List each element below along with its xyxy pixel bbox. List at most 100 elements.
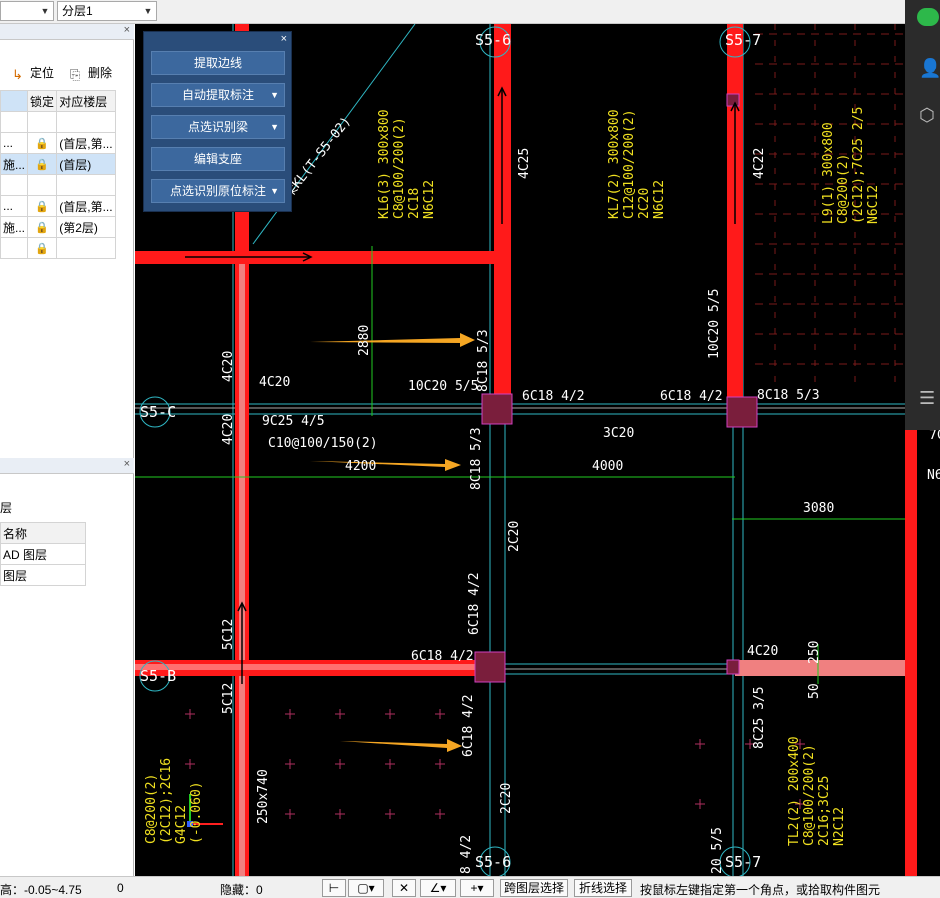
svg-text:N6C12: N6C12 xyxy=(422,180,437,219)
snap-toggle[interactable]: ▢▾ xyxy=(348,879,384,897)
locate-button[interactable]: ↳ 定位 xyxy=(12,64,54,82)
canvas-right: 7C N6 xyxy=(905,428,940,876)
svg-text:3C20: 3C20 xyxy=(603,426,634,441)
lock-icon[interactable]: 🔒 xyxy=(27,132,58,154)
cad-layer-panel-header: × xyxy=(0,458,134,474)
svg-text:8 4/2: 8 4/2 xyxy=(459,835,474,874)
table-row[interactable] xyxy=(0,111,116,133)
svg-text:5C12: 5C12 xyxy=(221,619,236,650)
svg-text:N6C12: N6C12 xyxy=(652,180,667,219)
orange-arrows xyxy=(310,333,475,752)
section-label: 层 xyxy=(0,501,13,515)
delete-label: 删除 xyxy=(88,66,113,80)
svg-text:10C20 5/5: 10C20 5/5 xyxy=(408,379,478,394)
svg-text:TL2(2) 200x400: TL2(2) 200x400 xyxy=(787,736,802,846)
svg-text:KL7(2) 300x800: KL7(2) 300x800 xyxy=(607,109,622,219)
svg-text:4000: 4000 xyxy=(592,459,623,474)
axis-label-top-left: S5-6 xyxy=(475,31,511,49)
table-row-selected[interactable]: 施... 🔒 (首层) xyxy=(0,153,116,175)
auto-extract-label-button[interactable]: 自动提取标注 ▼ xyxy=(151,83,285,107)
svg-text:C8@200(2): C8@200(2) xyxy=(836,154,851,224)
svg-text:4C20: 4C20 xyxy=(259,375,290,390)
list-item[interactable]: 图层 xyxy=(0,564,86,586)
svg-text:(2C12);2C16: (2C12);2C16 xyxy=(159,758,174,844)
svg-text:4C20: 4C20 xyxy=(221,414,236,445)
locate-icon: ↳ xyxy=(12,67,23,82)
beam-edge xyxy=(905,430,917,876)
layer-combo[interactable]: ▼ xyxy=(0,1,54,21)
svg-text:250: 250 xyxy=(807,641,822,664)
zero-readout: 0 xyxy=(117,881,124,895)
cross-layer-select-button[interactable]: 跨图层选择 xyxy=(500,879,568,897)
floor-combo[interactable]: 分层1 ▼ xyxy=(57,1,157,21)
cad-layer-table: 名称 AD 图层 图层 xyxy=(0,522,86,586)
table-row[interactable]: 🔒 xyxy=(0,237,116,259)
svg-text:6C18 4/2: 6C18 4/2 xyxy=(411,649,474,664)
axis-label-c: S5-C xyxy=(140,403,176,421)
svg-text:KL6(3) 300x800: KL6(3) 300x800 xyxy=(377,109,392,219)
lock-icon[interactable]: 🔒 xyxy=(27,237,58,259)
lock-icon[interactable]: 🔒 xyxy=(27,195,58,217)
close-icon[interactable]: × xyxy=(281,33,287,45)
svg-text:8C18 5/3: 8C18 5/3 xyxy=(757,388,820,403)
grid-toggle[interactable]: ✕ xyxy=(392,879,416,897)
cad-label-n6: N6 xyxy=(927,468,940,483)
cube-icon[interactable]: ⬡ xyxy=(919,105,935,126)
table-row[interactable]: ... 🔒 (首层,第... xyxy=(0,195,116,217)
svg-text:6C18 4/2: 6C18 4/2 xyxy=(522,389,585,404)
list-item[interactable]: AD 图层 xyxy=(0,543,86,565)
beam-specs: KL6(3) 300x800 C8@100/200(2) 2C18 N6C12 … xyxy=(144,107,881,846)
top-toolbar: ▼ 分层1 ▼ xyxy=(0,0,940,24)
polyline-select-button[interactable]: 折线选择 xyxy=(574,879,632,897)
layer-panel-header: × xyxy=(0,24,134,40)
table-row[interactable]: ... 🔒 (首层,第... xyxy=(0,132,116,154)
delete-icon: ⎘ xyxy=(70,67,81,82)
svg-text:C10@100/150(2): C10@100/150(2) xyxy=(268,436,378,451)
axis-label-top-right: S5-7 xyxy=(725,31,761,49)
svg-text:C8@100/200(2): C8@100/200(2) xyxy=(802,744,817,846)
left-panel: × ↳ 定位 ⎘ 删除 锁定 对应楼层 ... 🔒 (首层,第... 施... 🔒 (首… xyxy=(0,24,134,876)
ortho-toggle[interactable]: ⊢ xyxy=(322,879,346,897)
svg-text:50: 50 xyxy=(807,683,822,699)
locate-label: 定位 xyxy=(30,66,55,80)
svg-text:4C25: 4C25 xyxy=(517,148,532,179)
svg-text:2C20: 2C20 xyxy=(499,783,514,814)
axis-label-b: S5-B xyxy=(140,667,176,685)
svg-text:(-0.060): (-0.060) xyxy=(189,781,204,844)
svg-text:5C12: 5C12 xyxy=(221,683,236,714)
dynamic-input-toggle[interactable]: +▾ xyxy=(460,879,494,897)
axis-label-bottom-left: S5-6 xyxy=(475,853,511,871)
pick-identify-inplace-button[interactable]: 点选识别原位标注 ▼ xyxy=(151,179,285,203)
extract-edge-button[interactable]: 提取边线 xyxy=(151,51,285,75)
svg-text:(2C12);7C25 2/5: (2C12);7C25 2/5 xyxy=(851,107,866,224)
edit-support-button[interactable]: 编辑支座 xyxy=(151,147,285,171)
floor-combo-value: 分层1 xyxy=(62,4,93,18)
svg-text:8C18 5/3: 8C18 5/3 xyxy=(476,329,491,392)
plus-marks xyxy=(185,709,805,819)
status-bar: 高：-0.05~4.75 0 隐藏：0 ⊢ ▢▾ ✕ ∠▾ +▾ 跨图层选择 折… xyxy=(0,876,940,898)
diag-beam-label: 梁KL(T-S5-02) xyxy=(281,114,354,201)
svg-text:N6C12: N6C12 xyxy=(866,185,881,224)
user-icon[interactable]: 👤 xyxy=(919,58,940,79)
svg-text:20 5/5: 20 5/5 xyxy=(710,827,725,874)
drawing-table: 锁定 对应楼层 ... 🔒 (首层,第... 施... 🔒 (首层) ... 🔒 (首层,第… xyxy=(0,90,116,259)
header-layer-name: 名称 xyxy=(0,522,86,544)
header-lock: 锁定 xyxy=(27,90,58,112)
angle-toggle[interactable]: ∠▾ xyxy=(420,879,456,897)
close-icon[interactable]: × xyxy=(124,24,130,36)
dimension-lines xyxy=(135,246,905,684)
chevron-down-icon: ▼ xyxy=(143,6,153,16)
status-hint: 按鼠标左键指定第一个角点，或拾取构件图元 xyxy=(640,883,881,897)
lock-icon[interactable]: 🔒 xyxy=(27,216,58,238)
menu-icon[interactable]: ☰ xyxy=(919,388,935,409)
delete-button[interactable]: ⎘ 删除 xyxy=(70,64,112,82)
chat-icon[interactable] xyxy=(917,8,939,26)
lock-icon[interactable]: 🔒 xyxy=(27,153,58,175)
pick-identify-beam-button[interactable]: 点选识别梁 ▼ xyxy=(151,115,285,139)
table-row[interactable]: 施... 🔒 (第2层) xyxy=(0,216,116,238)
close-icon[interactable]: × xyxy=(124,458,130,470)
svg-text:4C20: 4C20 xyxy=(221,351,236,382)
table-row[interactable] xyxy=(0,174,116,196)
floating-menu: × 提取边线 自动提取标注 ▼ 点选识别梁 ▼ 编辑支座 点选识别原位标注 ▼ xyxy=(143,31,292,212)
svg-text:10C20 5/5: 10C20 5/5 xyxy=(707,289,722,359)
